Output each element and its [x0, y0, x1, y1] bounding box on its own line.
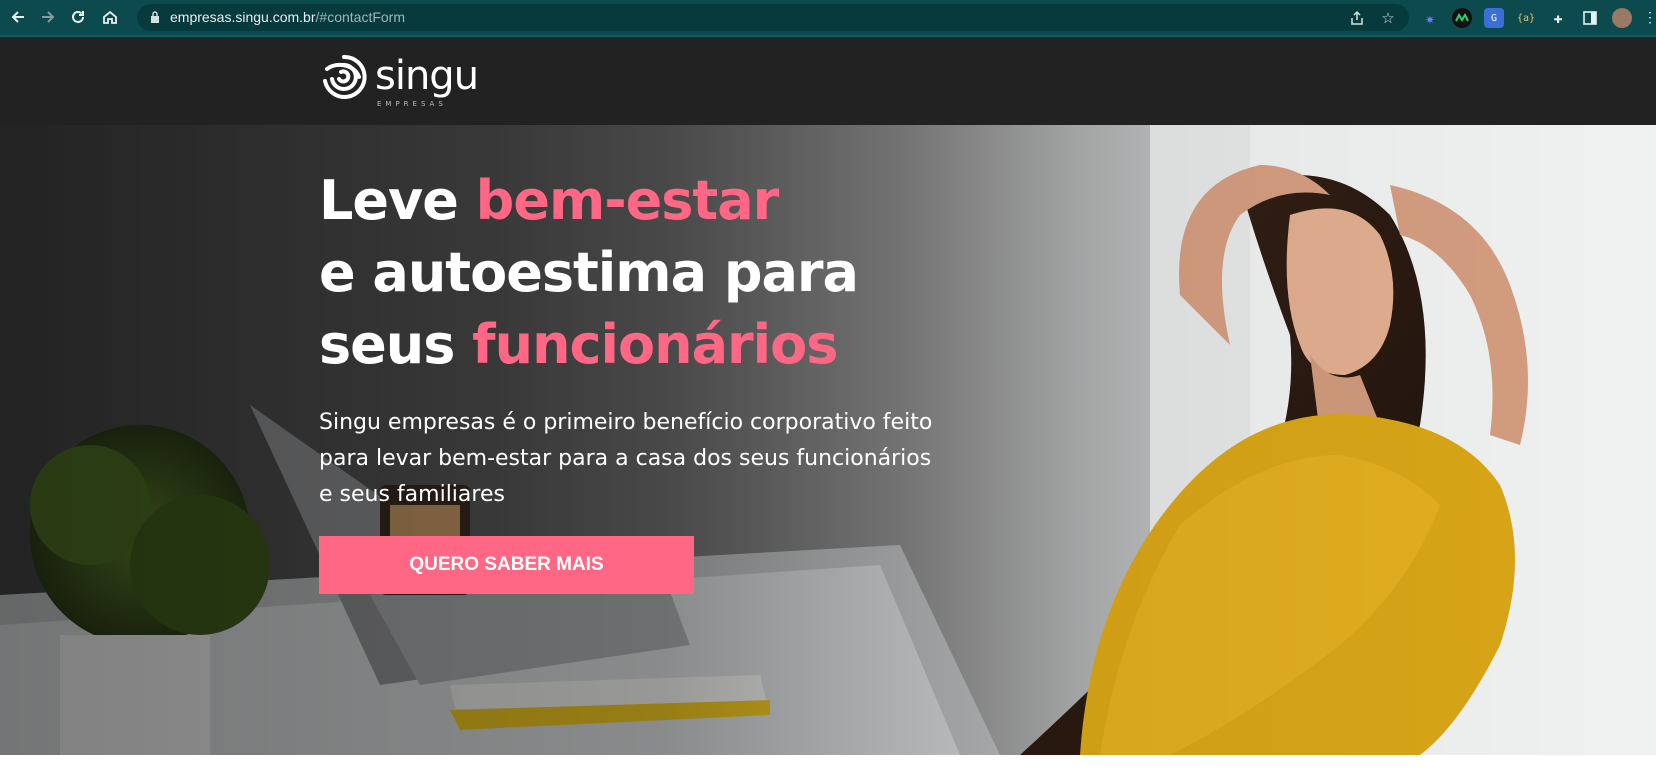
home-icon[interactable] [98, 5, 122, 29]
star-icon[interactable]: ☆ [1379, 9, 1397, 27]
description-line: Singu empresas é o primeiro benefício co… [319, 410, 933, 435]
hero-description: Singu empresas é o primeiro benefício co… [319, 405, 979, 513]
address-bar[interactable]: empresas.singu.com.br/#contactForm ☆ [137, 4, 1409, 31]
headline-text: Leve [319, 169, 476, 232]
browser-toolbar: empresas.singu.com.br/#contactForm ☆ ✷ G… [0, 0, 1656, 35]
url-text[interactable]: empresas.singu.com.br/#contactForm [170, 9, 405, 25]
hero-headline: Leve bem-estar e autoestima para seus fu… [319, 165, 1019, 381]
headline-text: e autoestima para [319, 241, 859, 304]
extension-green-icon[interactable] [1452, 8, 1472, 28]
headline-line-1: Leve bem-estar [319, 165, 1019, 237]
singu-logo[interactable]: singu EMPRESAS [319, 51, 479, 111]
logo-subtext: EMPRESAS [377, 100, 447, 108]
extension-json-icon[interactable]: {a} [1516, 8, 1536, 28]
menu-icon[interactable]: ⋮ [1643, 8, 1656, 28]
lock-icon[interactable] [150, 11, 160, 23]
logo-text: singu [375, 53, 479, 99]
logo-swirl-icon [323, 54, 367, 99]
headline-line-3: seus funcionários [319, 309, 1019, 381]
reload-icon[interactable] [66, 5, 90, 29]
headline-text: seus [319, 313, 473, 376]
headline-line-2: e autoestima para [319, 237, 1019, 309]
site-header: singu EMPRESAS [0, 37, 1656, 125]
page-below-hero [0, 755, 1656, 776]
extensions-icon[interactable]: ✚ [1548, 8, 1568, 28]
hero-section: Leve bem-estar e autoestima para seus fu… [0, 125, 1656, 755]
headline-highlight: funcionários [472, 313, 838, 376]
back-icon[interactable] [6, 5, 30, 29]
translate-icon[interactable]: G [1484, 8, 1504, 28]
description-line: e seus familiares [319, 482, 505, 507]
forward-icon[interactable] [36, 5, 60, 29]
extension-gear-icon[interactable]: ✷ [1420, 8, 1440, 28]
description-line: para levar bem-estar para a casa dos seu… [319, 446, 932, 471]
headline-highlight: bem-estar [475, 169, 780, 232]
share-icon[interactable] [1348, 9, 1366, 27]
profile-avatar[interactable] [1612, 8, 1632, 28]
side-panel-icon[interactable] [1580, 8, 1600, 28]
quero-saber-mais-button[interactable]: QUERO SABER MAIS [319, 536, 694, 594]
